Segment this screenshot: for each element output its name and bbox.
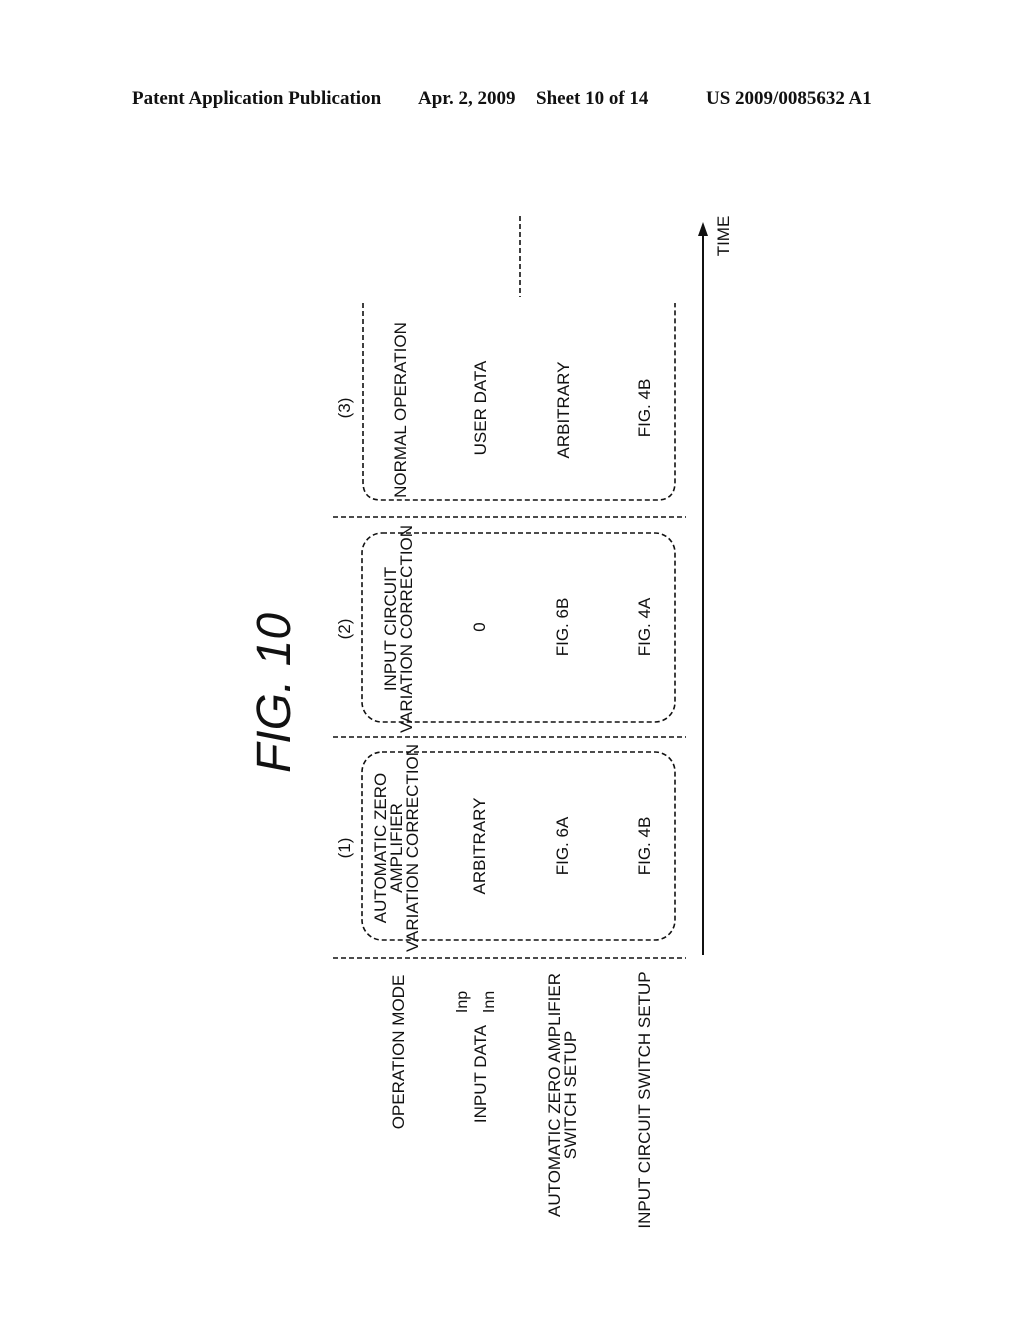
phase-3-mode: NORMAL OPERATION — [391, 322, 410, 498]
phase-1-input-data: ARBITRARY — [470, 798, 489, 895]
row-label-operation-mode: OPERATION MODE — [389, 975, 408, 1130]
phase-2-mode-line2: VARIATION CORRECTION — [397, 525, 416, 733]
phase-2-number: (2) — [335, 619, 354, 640]
row-label-input-data: INPUT DATA — [471, 1024, 490, 1123]
phase-2-input-data: 0 — [470, 622, 489, 631]
phase-2-az-switch: FIG. 6B — [553, 598, 572, 657]
phase-3-input-switch: FIG. 4B — [635, 379, 654, 438]
time-arrow-head-icon — [698, 222, 708, 236]
row-label-input-circuit-switch: INPUT CIRCUIT SWITCH SETUP — [635, 971, 654, 1228]
timing-diagram: FIG. 10 TIME OPERATION MODE INPUT DATA I… — [248, 216, 733, 1229]
row-label-inp: Inp — [454, 991, 471, 1013]
phase-1-input-switch: FIG. 4B — [635, 817, 654, 876]
phase-1-mode-line3: VARIATION CORRECTION — [403, 744, 422, 952]
time-axis-label: TIME — [714, 216, 733, 257]
phase-2-input-switch: FIG. 4A — [635, 597, 654, 656]
phase-3-input-data: USER DATA — [471, 360, 490, 455]
phase-1-number: (1) — [335, 838, 354, 859]
phase-3-number: (3) — [335, 398, 354, 419]
row-label-az-switch-line2: SWITCH SETUP — [561, 1031, 580, 1159]
phase-1-az-switch: FIG. 6A — [553, 816, 572, 875]
row-label-inn: Inn — [481, 991, 498, 1013]
phase-3-az-switch: ARBITRARY — [554, 362, 573, 459]
figure-title: FIG. 10 — [248, 613, 301, 773]
